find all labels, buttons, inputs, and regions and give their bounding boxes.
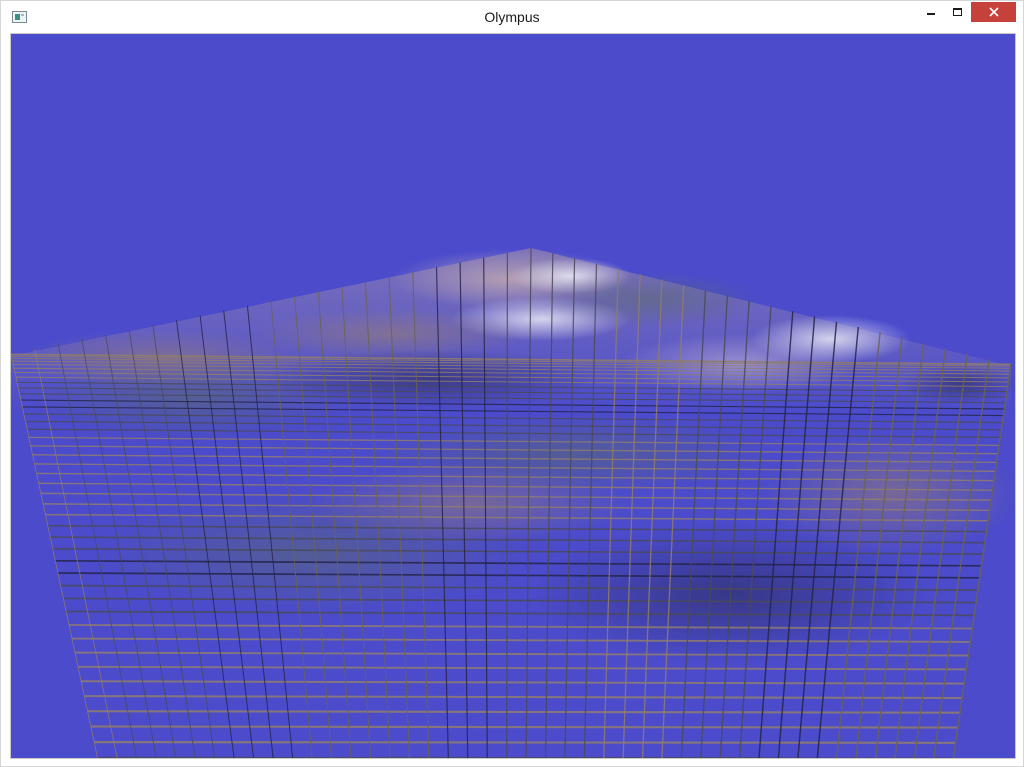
render-viewport[interactable]: [10, 33, 1016, 759]
terrain-scene: [11, 247, 1015, 758]
grid-line-column: [506, 252, 508, 758]
app-window: Olympus: [0, 0, 1024, 767]
minimize-button[interactable]: [919, 2, 943, 22]
grid-line-row: [94, 740, 956, 744]
grid-line-row: [77, 665, 967, 671]
close-icon: [988, 7, 999, 17]
maximize-button[interactable]: [945, 2, 969, 22]
window-title: Olympus: [484, 9, 540, 25]
app-icon-pane: [15, 14, 20, 20]
minimize-icon: [927, 13, 935, 15]
grid-line-row: [84, 695, 963, 700]
grid-line-row: [90, 725, 958, 729]
app-icon-pane-secondary: [21, 14, 24, 16]
app-window-icon[interactable]: [12, 11, 27, 23]
grid-line-row: [87, 710, 961, 714]
close-button[interactable]: [971, 2, 1016, 22]
maximize-icon: [952, 8, 962, 16]
title-bar[interactable]: Olympus: [1, 1, 1023, 33]
grid-line-row: [81, 680, 965, 685]
